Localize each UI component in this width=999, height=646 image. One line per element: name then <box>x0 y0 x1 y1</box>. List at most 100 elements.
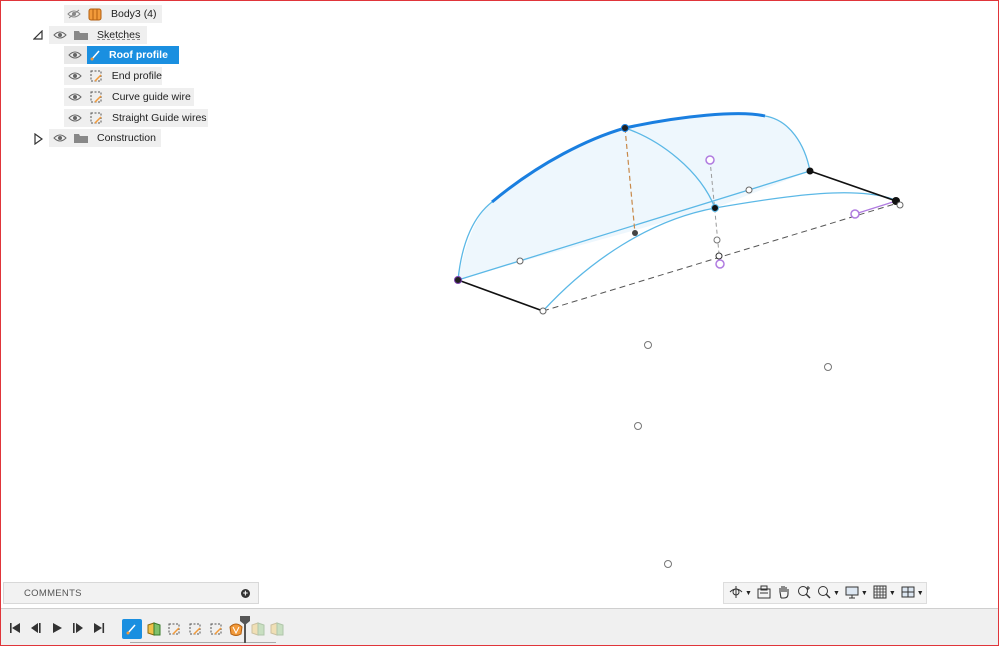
tree-item-straight-guide-wires[interactable]: Straight Guide wires <box>64 109 208 127</box>
end-profile-right[interactable] <box>809 170 897 202</box>
timeline <box>0 608 999 646</box>
skip-to-end-button[interactable] <box>92 621 106 635</box>
timeline-sketch-selected[interactable] <box>122 619 142 639</box>
step-forward-icon <box>73 623 83 633</box>
construction-line <box>854 200 897 215</box>
tree-item-label: End profile <box>111 70 162 82</box>
origin-point[interactable] <box>644 341 652 349</box>
sketch-icon <box>168 623 180 635</box>
sketch-point[interactable] <box>621 124 629 132</box>
zoom-button[interactable]: ▼ <box>814 584 842 602</box>
chevron-down-icon: ▼ <box>916 589 924 597</box>
display-settings-icon <box>844 584 860 603</box>
play-button[interactable] <box>50 621 64 635</box>
sketch-point[interactable] <box>806 167 814 175</box>
tree-item-label: Construction <box>97 132 156 144</box>
body-icon <box>87 6 103 22</box>
folder-icon <box>73 130 89 146</box>
tree-item-end-profile[interactable]: End profile <box>64 67 162 85</box>
sketch-point-open[interactable] <box>539 307 547 315</box>
origin-point[interactable] <box>634 422 642 430</box>
sketch-point[interactable] <box>632 230 638 236</box>
skip-to-end-icon <box>94 623 105 633</box>
eye-icon[interactable] <box>68 91 82 103</box>
look-at-icon <box>756 584 772 603</box>
grid-button[interactable]: ▼ <box>870 584 898 602</box>
sketch-point[interactable] <box>454 276 462 284</box>
eye-icon[interactable] <box>68 70 82 82</box>
origin-point[interactable] <box>824 363 832 371</box>
step-forward-button[interactable] <box>71 621 85 635</box>
tree-item-label: Straight Guide wires <box>112 112 207 124</box>
construction-point[interactable] <box>705 155 715 165</box>
sketch-icon <box>88 89 104 105</box>
tree-item-body3[interactable]: Body3 (4) <box>64 5 162 23</box>
chevron-down-icon: ▼ <box>860 589 868 597</box>
plane-icon <box>270 622 284 636</box>
timeline-feature-plane-suppressed[interactable] <box>268 620 286 638</box>
add-comment-icon[interactable]: + <box>241 588 250 598</box>
chevron-down-icon: ▼ <box>745 589 752 597</box>
origin-point[interactable] <box>664 560 672 568</box>
sketch-icon <box>88 110 104 126</box>
sketch-point-open[interactable] <box>715 252 723 260</box>
orbit-button[interactable]: ▼ <box>726 584 754 602</box>
construction-point[interactable] <box>715 259 725 269</box>
construction-point[interactable] <box>850 209 860 219</box>
eye-icon[interactable] <box>68 112 82 124</box>
step-back-button[interactable] <box>29 621 43 635</box>
sketch-point-open[interactable] <box>713 236 721 244</box>
sketch-point-open[interactable] <box>516 257 524 265</box>
collapse-icon[interactable] <box>32 29 44 41</box>
pan-icon <box>776 584 792 603</box>
end-profile-left[interactable] <box>457 279 544 312</box>
roof-surface <box>458 113 810 280</box>
eye-icon[interactable] <box>53 29 67 41</box>
sketch-icon <box>126 624 136 635</box>
eye-hidden-icon[interactable] <box>67 8 81 20</box>
expand-icon[interactable] <box>32 133 44 145</box>
tree-item-label: Sketches <box>97 29 141 41</box>
tree-item-curve-guide-wire[interactable]: Curve guide wire <box>64 88 194 106</box>
plane-icon <box>251 622 265 636</box>
sketch-point[interactable] <box>711 204 719 212</box>
plane-icon <box>147 622 161 636</box>
timeline-sketch[interactable] <box>165 620 183 638</box>
viewports-icon <box>900 584 916 603</box>
display-settings-button[interactable]: ▼ <box>842 584 870 602</box>
zoom-window-button[interactable] <box>794 584 814 602</box>
timeline-track <box>130 642 276 643</box>
zoom-window-icon <box>796 584 812 603</box>
tree-item-sketches[interactable]: Sketches <box>49 26 147 44</box>
pan-button[interactable] <box>774 584 794 602</box>
sketch-point-open[interactable] <box>896 201 904 209</box>
play-icon <box>53 623 62 633</box>
orbit-icon <box>728 584 744 603</box>
timeline-feature-plane-suppressed[interactable] <box>249 620 267 638</box>
eye-icon[interactable] <box>68 49 82 61</box>
tree-item-roof-profile[interactable]: Roof profile <box>64 46 179 64</box>
timeline-sketch[interactable] <box>207 620 225 638</box>
skip-to-start-button[interactable] <box>8 621 22 635</box>
navigation-bar: ▼ ▼ ▼ ▼ ▼ <box>723 582 927 604</box>
viewports-button[interactable]: ▼ <box>898 584 926 602</box>
chevron-down-icon: ▼ <box>832 589 840 597</box>
tree-item-construction[interactable]: Construction <box>49 129 161 147</box>
sketch-icon <box>88 68 104 84</box>
sketch-icon <box>88 47 104 63</box>
look-at-button[interactable] <box>754 584 774 602</box>
sketch-icon <box>189 623 201 635</box>
sketch-point-open[interactable] <box>745 186 753 194</box>
tree-item-label: Roof profile <box>109 49 168 61</box>
eye-icon[interactable] <box>53 132 67 144</box>
tree-item-label: Body3 (4) <box>111 8 157 20</box>
timeline-sketch[interactable] <box>186 620 204 638</box>
tree-item-label: Curve guide wire <box>112 91 191 103</box>
grid-icon <box>872 584 888 603</box>
sketch-icon <box>210 623 222 635</box>
comments-label: COMMENTS <box>24 587 82 599</box>
skip-to-start-icon <box>10 623 20 633</box>
timeline-feature-plane[interactable] <box>145 620 163 638</box>
comments-panel[interactable]: COMMENTS + <box>3 582 259 604</box>
zoom-icon <box>816 584 832 603</box>
